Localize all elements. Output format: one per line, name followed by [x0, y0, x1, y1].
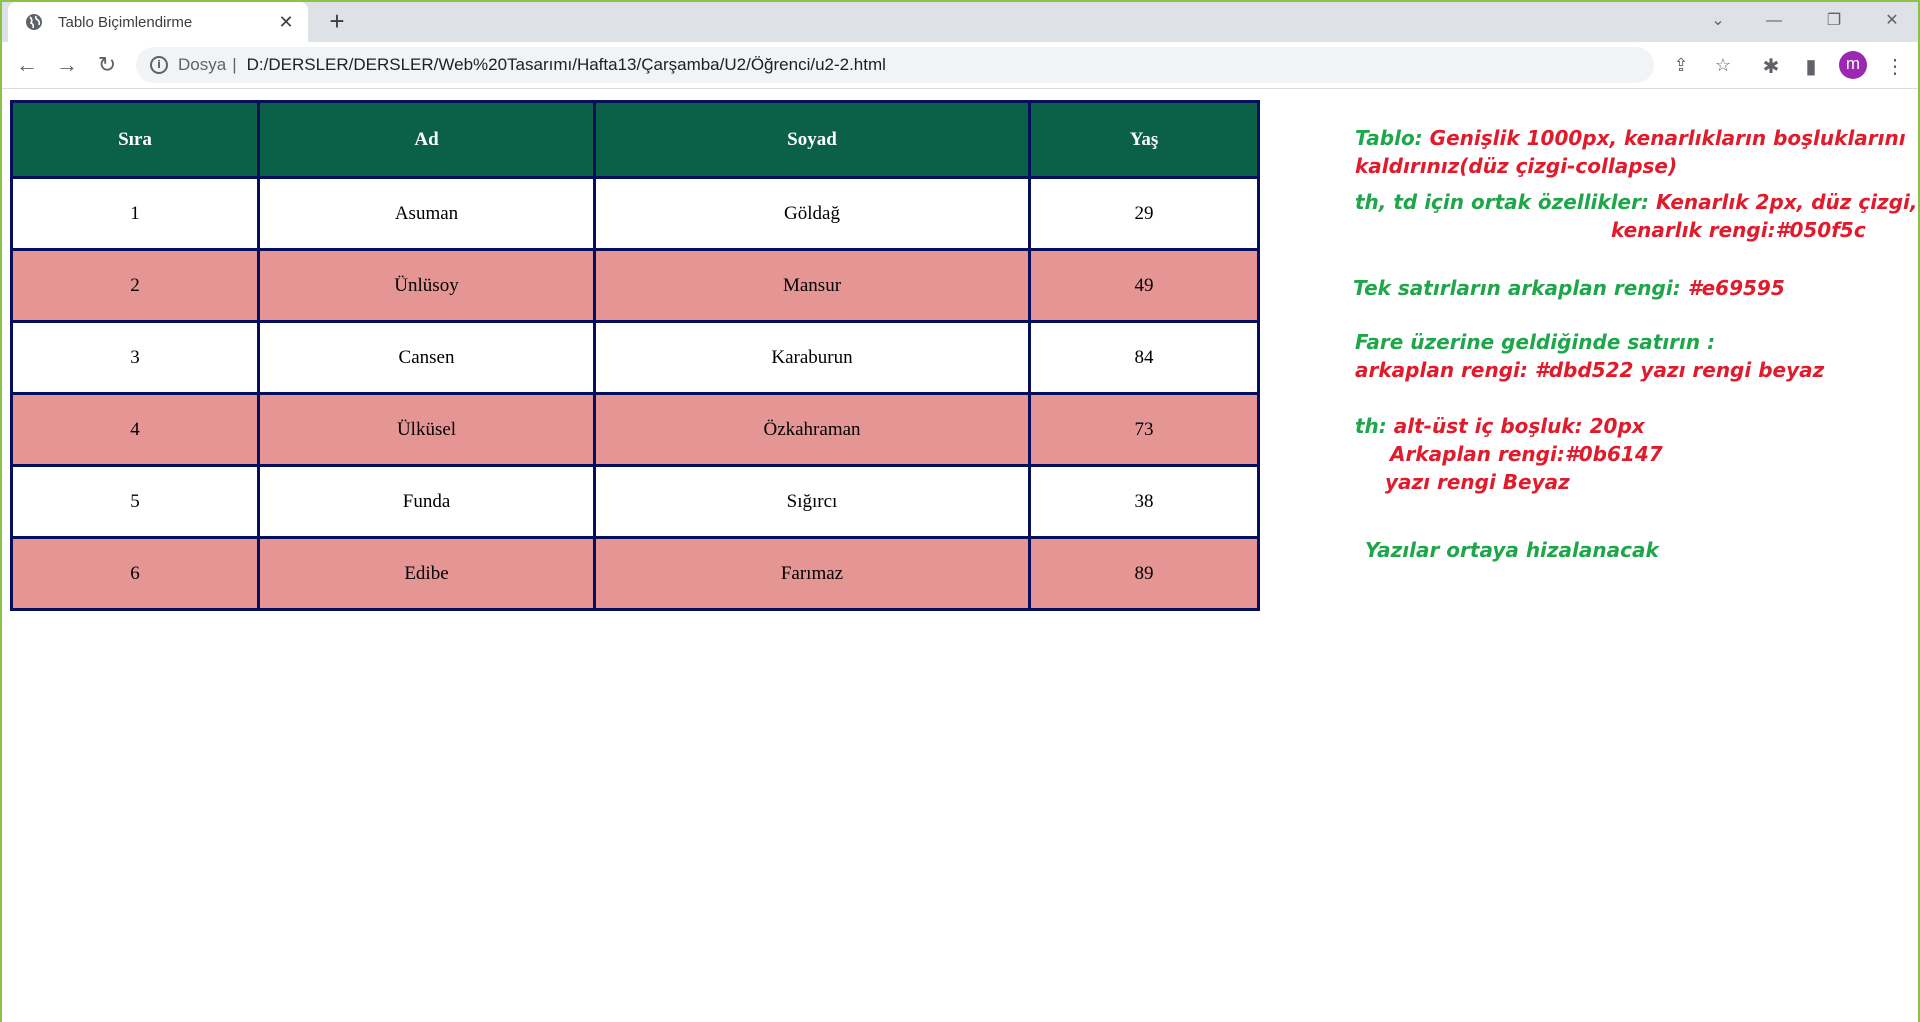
- cell-ad: Cansen: [257, 320, 596, 395]
- cell-soyad: Farımaz: [593, 536, 1031, 611]
- cell-sira: 3: [10, 320, 260, 395]
- note-align: Yazılar ortaya hizalanacak: [1365, 538, 1659, 562]
- note-odd-rows: Tek satırların arkaplan rengi: #e69595: [1353, 274, 1785, 302]
- cell-yas: 49: [1028, 248, 1260, 323]
- table-row: 3 Cansen Karaburun 84: [10, 320, 1260, 395]
- menu-icon[interactable]: ⋮: [1880, 52, 1910, 82]
- address-scheme: Dosya: [178, 55, 227, 74]
- avatar[interactable]: m: [1839, 51, 1867, 79]
- cell-ad: Funda: [257, 464, 596, 539]
- note-hover-label: Fare üzerine geldiğinde satırın :: [1355, 330, 1716, 354]
- browser-toolbar: ← → ↻ i Dosya | D:/DERSLER/DERSLER/Web%2…: [0, 42, 1920, 89]
- note-th-text-a: alt-üst iç boşluk: 20px: [1393, 414, 1645, 438]
- cell-yas: 73: [1028, 392, 1260, 467]
- table-row: 6 Edibe Farımaz 89: [10, 536, 1260, 611]
- restore-button[interactable]: ❐: [1806, 6, 1862, 36]
- note-th: th: alt-üst iç boşluk: 20px: [1355, 412, 1645, 440]
- cell-soyad: Mansur: [593, 248, 1031, 323]
- cell-ad: Edibe: [257, 536, 596, 611]
- table-row: 1 Asuman Göldağ 29: [10, 176, 1260, 251]
- tab-search-icon[interactable]: ⌄: [1690, 6, 1746, 36]
- cell-sira: 1: [10, 176, 260, 251]
- note-th-label: th:: [1355, 414, 1387, 438]
- note-table-text-a: Genişlik 1000px, kenarlıkların boşluklar…: [1429, 126, 1906, 150]
- address-separator: |: [232, 55, 237, 74]
- note-odd-rows-text: #e69595: [1687, 276, 1785, 300]
- cell-sira: 4: [10, 392, 260, 467]
- header-soyad: Soyad: [593, 100, 1031, 179]
- extensions-icon[interactable]: ✱: [1756, 52, 1786, 82]
- note-table-label: Tablo:: [1355, 126, 1423, 150]
- note-th-text-b: Arkaplan rengi:#0b6147: [1390, 442, 1663, 466]
- new-tab-button[interactable]: +: [322, 6, 352, 36]
- close-tab-icon[interactable]: ✕: [276, 12, 296, 33]
- header-sira: Sıra: [10, 100, 260, 179]
- close-window-button[interactable]: ✕: [1864, 6, 1920, 36]
- page-content: Sıra Ad Soyad Yaş 1 Asuman Göldağ 29 2 Ü…: [10, 100, 1260, 611]
- cell-sira: 6: [10, 536, 260, 611]
- cell-yas: 29: [1028, 176, 1260, 251]
- note-th-td-label: th, td için ortak özellikler:: [1355, 190, 1649, 214]
- globe-icon: [26, 14, 42, 30]
- header-ad: Ad: [257, 100, 596, 179]
- reload-button[interactable]: ↻: [92, 50, 122, 80]
- note-hover-text: arkaplan rengi: #dbd522 yazı rengi beyaz: [1355, 358, 1825, 382]
- note-th-td: th, td için ortak özellikler: Kenarlık 2…: [1355, 188, 1917, 216]
- cell-soyad: Karaburun: [593, 320, 1031, 395]
- back-button[interactable]: ←: [12, 50, 42, 80]
- cell-ad: Ünlüsoy: [257, 248, 596, 323]
- table-header-row: Sıra Ad Soyad Yaş: [10, 100, 1260, 179]
- table-row: 4 Ülküsel Özkahraman 73: [10, 392, 1260, 467]
- cell-yas: 38: [1028, 464, 1260, 539]
- cell-yas: 84: [1028, 320, 1260, 395]
- address-url[interactable]: D:/DERSLER/DERSLER/Web%20Tasarımı/Hafta1…: [247, 55, 886, 75]
- data-table: Sıra Ad Soyad Yaş 1 Asuman Göldağ 29 2 Ü…: [10, 100, 1260, 611]
- side-panel-icon[interactable]: ▮: [1796, 52, 1826, 82]
- note-th-text-c: yazı rengi Beyaz: [1385, 470, 1570, 494]
- note-th-td-text-b: kenarlık rengi:#050f5c: [1611, 218, 1866, 242]
- cell-sira: 5: [10, 464, 260, 539]
- note-table-text-b: kaldırınız(düz çizgi-collapse): [1355, 154, 1678, 178]
- table-row: 5 Funda Sığırcı 38: [10, 464, 1260, 539]
- cell-soyad: Özkahraman: [593, 392, 1031, 467]
- bookmark-star-icon[interactable]: ☆: [1710, 52, 1736, 78]
- note-th-td-text-a: Kenarlık 2px, düz çizgi,: [1655, 190, 1918, 214]
- table-row: 2 Ünlüsoy Mansur 49: [10, 248, 1260, 323]
- cell-sira: 2: [10, 248, 260, 323]
- minimize-button[interactable]: —: [1746, 6, 1802, 36]
- browser-tab[interactable]: Tablo Biçimlendirme ✕: [8, 2, 308, 42]
- note-odd-rows-label: Tek satırların arkaplan rengi:: [1353, 276, 1681, 300]
- cell-ad: Ülküsel: [257, 392, 596, 467]
- info-icon[interactable]: i: [150, 56, 168, 74]
- tab-title: Tablo Biçimlendirme: [58, 13, 193, 31]
- cell-ad: Asuman: [257, 176, 596, 251]
- address-bar[interactable]: i Dosya | D:/DERSLER/DERSLER/Web%20Tasar…: [136, 47, 1654, 83]
- share-icon[interactable]: ⇪: [1668, 52, 1694, 78]
- cell-soyad: Sığırcı: [593, 464, 1031, 539]
- note-table: Tablo: Genişlik 1000px, kenarlıkların bo…: [1355, 124, 1906, 152]
- forward-button[interactable]: →: [52, 50, 82, 80]
- cell-soyad: Göldağ: [593, 176, 1031, 251]
- cell-yas: 89: [1028, 536, 1260, 611]
- tab-strip: Tablo Biçimlendirme ✕ + ⌄ — ❐ ✕: [0, 0, 1920, 42]
- header-yas: Yaş: [1028, 100, 1260, 179]
